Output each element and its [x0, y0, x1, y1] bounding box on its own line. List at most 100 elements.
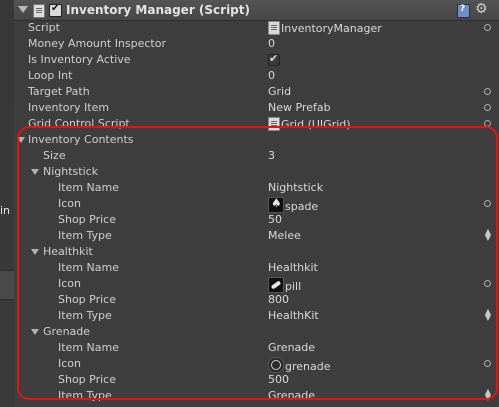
field-label: Size — [43, 149, 66, 162]
inspector-panel: Inventory Manager (Script) ⚙ Script Inve… — [14, 0, 499, 407]
component-enabled-checkbox[interactable] — [49, 3, 62, 17]
script-icon — [268, 21, 280, 35]
script-icon — [33, 4, 45, 18]
field-label: Inventory Item — [28, 101, 110, 114]
object-picker-icon[interactable] — [484, 200, 491, 207]
element-foldout[interactable]: Nightstick — [14, 164, 499, 180]
object-picker-icon[interactable] — [484, 88, 491, 95]
field-shop-price: Shop Price 500 — [14, 372, 499, 388]
component-header[interactable]: Inventory Manager (Script) ⚙ — [14, 0, 499, 21]
object-field-value[interactable]: InventoryManager — [268, 21, 382, 35]
foldout-arrow-icon[interactable] — [17, 137, 25, 143]
text-field[interactable]: Grenade — [268, 341, 315, 354]
int-field[interactable]: 0 — [268, 37, 275, 50]
int-field[interactable]: 0 — [268, 69, 275, 82]
field-item-type: Item Type Grenade ▲ ▼ — [14, 388, 499, 404]
int-field[interactable]: 500 — [268, 373, 289, 386]
is-active-checkbox[interactable] — [268, 52, 280, 66]
text-field[interactable]: Nightstick — [268, 181, 323, 194]
field-target-path: Target Path Grid — [14, 84, 499, 100]
field-item-name: Item Name Grenade — [14, 340, 499, 356]
gear-icon[interactable]: ⚙ — [475, 1, 488, 17]
pill-icon — [268, 277, 284, 293]
object-picker-icon[interactable] — [484, 104, 491, 111]
object-picker-icon[interactable] — [484, 280, 491, 287]
component-title: Inventory Manager (Script) — [66, 3, 250, 17]
field-icon: Icon grenade — [14, 356, 499, 373]
cut-off-text: in — [0, 204, 11, 217]
spade-icon — [268, 197, 284, 213]
field-label: Item Name — [58, 341, 119, 354]
field-label: Item Type — [58, 389, 112, 402]
field-inventory-item: Inventory Item New Prefab — [14, 100, 499, 116]
object-field-value[interactable]: Grid (UIGrid) — [268, 117, 351, 131]
field-value: Grid (UIGrid) — [281, 118, 351, 131]
sprite-field[interactable]: spade — [268, 197, 318, 213]
sprite-field[interactable]: pill — [268, 277, 301, 293]
foldout-arrow-icon[interactable] — [31, 169, 39, 175]
field-item-name: Item Name Nightstick — [14, 180, 499, 196]
field-money-amount: Money Amount Inspector 0 — [14, 36, 499, 52]
int-field[interactable]: 50 — [268, 213, 282, 226]
grenade-icon — [268, 357, 284, 373]
field-label: Script — [28, 21, 60, 34]
enum-dropdown[interactable]: Melee — [268, 229, 301, 242]
field-label: Item Type — [58, 229, 112, 242]
enum-dropdown[interactable]: HealthKit — [268, 309, 319, 322]
field-label: Item Name — [58, 181, 119, 194]
field-label: Item Name — [58, 261, 119, 274]
foldout-arrow-icon[interactable] — [31, 249, 39, 255]
field-item-type: Item Type Melee ▲ ▼ — [14, 228, 499, 244]
field-loop-int: Loop Int 0 — [14, 68, 499, 84]
field-label: Icon — [58, 197, 81, 210]
field-item-name: Item Name Healthkit — [14, 260, 499, 276]
inventory-contents-foldout[interactable]: Inventory Contents — [14, 132, 499, 148]
field-label: Icon — [58, 277, 81, 290]
field-label: Icon — [58, 357, 81, 370]
foldout-label: Inventory Contents — [28, 133, 134, 146]
dropdown-arrows-icon[interactable]: ▲ ▼ — [485, 308, 491, 322]
object-picker-icon[interactable] — [484, 360, 491, 367]
field-value: InventoryManager — [281, 22, 382, 35]
field-label: Grid Control Script — [28, 117, 130, 130]
field-item-type: Item Type HealthKit ▲ ▼ — [14, 308, 499, 324]
int-field[interactable]: 3 — [268, 149, 275, 162]
field-is-inventory-active: Is Inventory Active — [14, 52, 499, 68]
book-help-icon[interactable] — [457, 4, 470, 18]
field-icon: Icon pill — [14, 276, 499, 293]
field-shop-price: Shop Price 50 — [14, 212, 499, 228]
object-picker-icon[interactable] — [484, 120, 491, 127]
foldout-arrow-icon[interactable] — [18, 6, 28, 13]
element-foldout[interactable]: Healthkit — [14, 244, 499, 260]
left-panel-strip: in — [0, 0, 15, 407]
field-array-size: Size 3 — [14, 148, 499, 164]
element-label: Grenade — [43, 325, 91, 338]
int-field[interactable]: 800 — [268, 293, 289, 306]
element-label: Nightstick — [43, 165, 99, 178]
field-icon: Icon spade — [14, 196, 499, 213]
dropdown-arrows-icon[interactable]: ▲ ▼ — [485, 388, 491, 402]
element-label: Healthkit — [43, 245, 93, 258]
sprite-field[interactable]: grenade — [268, 357, 331, 373]
field-script: Script InventoryManager — [14, 20, 499, 36]
script-icon — [268, 117, 280, 131]
element-foldout[interactable]: Grenade — [14, 324, 499, 340]
field-shop-price: Shop Price 800 — [14, 292, 499, 308]
text-field[interactable]: Healthkit — [268, 261, 318, 274]
field-label: Target Path — [28, 85, 90, 98]
left-panel-divider — [0, 270, 14, 300]
field-label: Money Amount Inspector — [28, 37, 166, 50]
field-grid-control-script: Grid Control Script Grid (UIGrid) — [14, 116, 499, 132]
field-label: Shop Price — [58, 373, 116, 386]
field-label: Shop Price — [58, 293, 116, 306]
field-label: Loop Int — [28, 69, 73, 82]
field-label: Shop Price — [58, 213, 116, 226]
dropdown-arrows-icon[interactable]: ▲ ▼ — [485, 228, 491, 242]
field-label: Item Type — [58, 309, 112, 322]
object-picker-icon[interactable] — [484, 24, 491, 31]
foldout-arrow-icon[interactable] — [31, 329, 39, 335]
enum-dropdown[interactable]: Grenade — [268, 389, 315, 402]
object-field[interactable]: New Prefab — [268, 101, 331, 114]
text-field[interactable]: Grid — [268, 85, 291, 98]
field-label: Is Inventory Active — [28, 53, 131, 66]
